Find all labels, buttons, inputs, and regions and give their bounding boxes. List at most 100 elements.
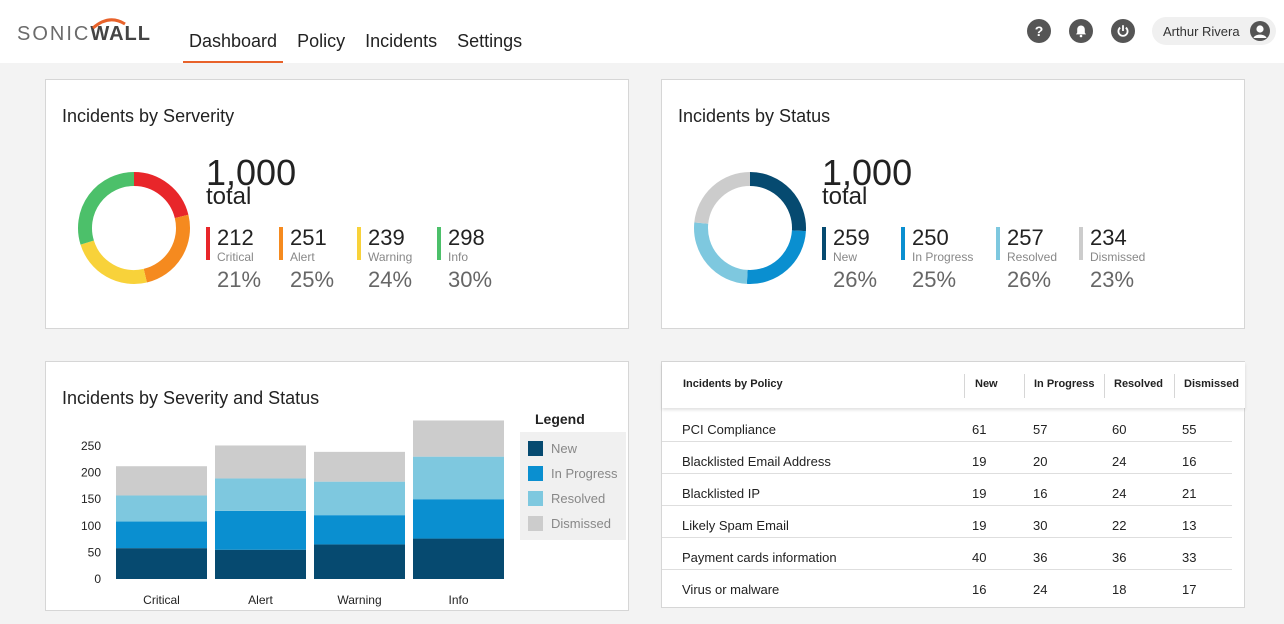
nav-settings[interactable]: Settings (451, 0, 528, 63)
legend-swatch-in-progress (528, 465, 543, 481)
stat-alert: 251 Alert 25% (279, 227, 359, 295)
bar-segment-critical-new[interactable] (116, 548, 207, 579)
legend-swatch-dismissed (528, 515, 543, 531)
nav-policy[interactable]: Policy (291, 0, 351, 63)
table-row[interactable]: PCI Compliance 61 57 60 55 (662, 410, 1232, 442)
bar-segment-info-resolved[interactable] (413, 456, 504, 500)
user-menu[interactable]: Arthur Rivera (1152, 17, 1276, 45)
status-slice-in-progress[interactable] (746, 230, 806, 284)
legend-label-new: New (551, 440, 578, 456)
bar-segment-alert-new[interactable] (215, 549, 306, 579)
legend-item-new[interactable]: New (528, 440, 577, 456)
cell-policy: Likely Spam Email (682, 518, 789, 533)
column-header-in-progress[interactable]: In Progress (1034, 378, 1095, 390)
cell-dismissed: 21 (1182, 486, 1197, 501)
legend-item-dismissed[interactable]: Dismissed (528, 515, 611, 531)
cell-new: 40 (972, 550, 987, 565)
bell-icon (1076, 25, 1086, 38)
y-tick-label: 50 (88, 545, 102, 559)
cell-policy: Blacklisted IP (682, 486, 761, 501)
table-row[interactable]: Likely Spam Email 19 30 22 13 (662, 506, 1232, 538)
bar-segment-warning-in-progress[interactable] (314, 515, 405, 545)
legend-title: Legend (535, 411, 585, 427)
severity-slice-critical[interactable] (133, 172, 189, 219)
info-count: 298 (448, 225, 485, 250)
y-tick-label: 100 (81, 519, 101, 533)
dismissed-percent: 23% (1090, 267, 1135, 292)
column-divider (1024, 374, 1025, 398)
cell-in-progress: 57 (1033, 422, 1048, 437)
cell-dismissed: 55 (1182, 422, 1197, 437)
cell-resolved: 18 (1112, 582, 1127, 597)
severity-card-title: Incidents by Serverity (62, 106, 235, 126)
legend-label-dismissed: Dismissed (551, 515, 611, 531)
cell-new: 16 (972, 582, 987, 597)
cell-in-progress: 36 (1033, 550, 1048, 565)
table-row[interactable]: Blacklisted Email Address 19 20 24 16 (662, 442, 1232, 474)
cell-policy: PCI Compliance (682, 422, 776, 437)
nav-dashboard[interactable]: Dashboard (183, 0, 284, 63)
status-slice-resolved[interactable] (694, 222, 748, 284)
cell-dismissed: 17 (1182, 582, 1197, 597)
cell-policy: Virus or malware (682, 582, 780, 597)
warning-percent: 24% (368, 267, 413, 292)
severity-slice-info[interactable] (78, 172, 135, 245)
notifications-button[interactable] (1069, 19, 1093, 43)
column-header-dismissed[interactable]: Dismissed (1184, 378, 1239, 390)
bar-segment-alert-resolved[interactable] (215, 478, 306, 511)
column-header-resolved[interactable]: Resolved (1114, 378, 1163, 390)
bar-segment-warning-resolved[interactable] (314, 481, 405, 516)
cell-dismissed: 13 (1182, 518, 1197, 533)
bar-segment-info-dismissed[interactable] (413, 420, 504, 457)
table-row[interactable]: Virus or malware 16 24 18 17 (662, 570, 1232, 602)
bar-segment-alert-dismissed[interactable] (215, 445, 306, 479)
severity-slice-warning[interactable] (80, 240, 147, 284)
alert-color-bar (279, 227, 283, 260)
bar-segment-info-in-progress[interactable] (413, 499, 504, 539)
column-divider (964, 374, 965, 398)
dismissed-count: 234 (1090, 225, 1127, 250)
legend-label-in-progress: In Progress (551, 465, 618, 481)
critical-percent: 21% (217, 267, 262, 292)
table-row[interactable]: Blacklisted IP 19 16 24 21 (662, 474, 1232, 506)
stat-dismissed: 234 Dismissed 23% (1079, 227, 1159, 295)
status-slice-dismissed[interactable] (694, 172, 751, 225)
legend-item-resolved[interactable]: Resolved (528, 490, 605, 506)
severity-slice-alert[interactable] (143, 214, 190, 283)
critical-color-bar (206, 227, 210, 260)
x-tick-label: Warning (337, 593, 381, 607)
bar-segment-info-new[interactable] (413, 538, 504, 579)
bar-segment-warning-dismissed[interactable] (314, 451, 405, 482)
y-tick-label: 250 (81, 439, 101, 453)
column-header-new[interactable]: New (975, 378, 998, 390)
bar-segment-warning-new[interactable] (314, 544, 405, 579)
bar-segment-critical-dismissed[interactable] (116, 466, 207, 496)
status-card: Incidents by Status 1,000 total 259 New … (661, 79, 1245, 329)
status-donut-chart (694, 172, 806, 284)
bar-segment-critical-resolved[interactable] (116, 495, 207, 522)
legend-swatch-resolved (528, 490, 543, 506)
legend-swatch-new (528, 440, 543, 456)
bar-segment-critical-in-progress[interactable] (116, 521, 207, 549)
critical-count: 212 (217, 225, 254, 250)
sonicwall-logo[interactable]: SONIC WALL (17, 18, 151, 46)
severity-total-label: total (206, 183, 252, 210)
nav-incidents[interactable]: Incidents (359, 0, 443, 63)
info-label: Info (448, 250, 469, 264)
cell-in-progress: 24 (1033, 582, 1048, 597)
cell-new: 19 (972, 454, 987, 469)
status-slice-new[interactable] (749, 172, 806, 232)
power-button[interactable] (1111, 19, 1135, 43)
logo-swoosh-icon (92, 18, 126, 30)
new-label: New (833, 250, 858, 264)
stat-in-progress: 250 In Progress 25% (901, 227, 981, 295)
y-tick-label: 200 (81, 466, 101, 480)
legend-item-in-progress[interactable]: In Progress (528, 465, 617, 481)
help-button[interactable]: ? (1027, 19, 1051, 43)
bar-segment-alert-in-progress[interactable] (215, 510, 306, 550)
user-name: Arthur Rivera (1163, 23, 1240, 39)
table-row[interactable]: Payment cards information 40 36 36 33 (662, 538, 1232, 570)
resolved-label: Resolved (1007, 250, 1058, 264)
main-nav: Dashboard Policy Incidents Settings (183, 0, 536, 63)
column-header-policy[interactable]: Incidents by Policy (683, 378, 783, 390)
